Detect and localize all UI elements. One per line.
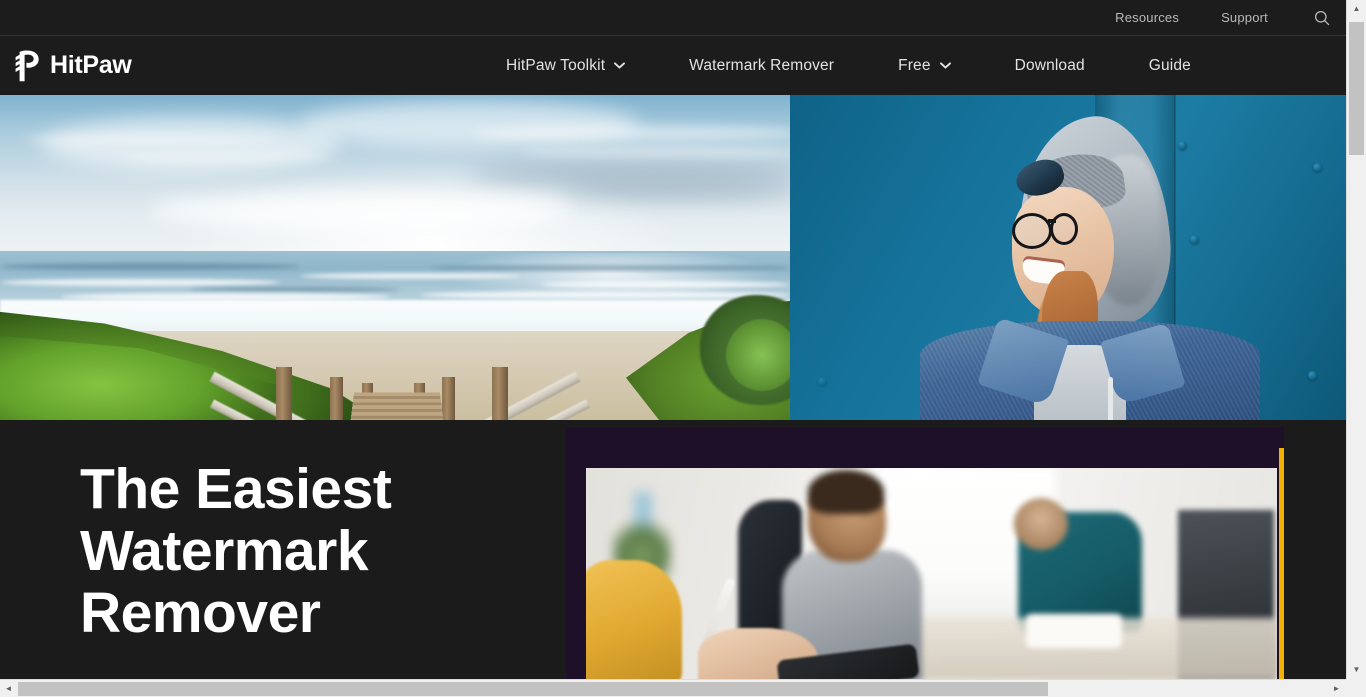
- site-header: HitPaw HitPaw Toolkit Watermark Remover …: [0, 36, 1346, 95]
- nav-label: Download: [1014, 56, 1085, 74]
- nav-item-hitpaw-toolkit[interactable]: HitPaw Toolkit: [506, 56, 626, 74]
- hitpaw-paw-logo-icon: [15, 50, 39, 81]
- scroll-right-button[interactable]: ►: [1328, 680, 1345, 697]
- office-stylus-photo: [586, 468, 1277, 679]
- topbar-link-support[interactable]: Support: [1221, 10, 1268, 25]
- gold-accent-bar: [1279, 448, 1284, 679]
- nav-label: Watermark Remover: [689, 56, 835, 74]
- scrollbar-corner: [1346, 679, 1366, 697]
- nav-label: Free: [898, 56, 931, 74]
- chevron-down-icon: [614, 62, 626, 69]
- scroll-up-arrow-icon: ▲: [1352, 4, 1361, 13]
- horizontal-scrollbar-thumb[interactable]: [18, 682, 1048, 696]
- nav-item-download[interactable]: Download: [1015, 58, 1085, 74]
- search-icon[interactable]: [1312, 8, 1332, 28]
- browser-page: Resources Support HitPaw HitPaw Toolkit: [0, 0, 1366, 697]
- vertical-scrollbar[interactable]: ▲ ▼: [1346, 0, 1366, 679]
- horizontal-scrollbar[interactable]: ◄ ►: [0, 679, 1366, 697]
- nav-label: HitPaw Toolkit: [506, 56, 606, 74]
- utility-topbar: Resources Support: [0, 0, 1346, 36]
- page-viewport: Resources Support HitPaw HitPaw Toolkit: [0, 0, 1346, 679]
- scroll-up-button[interactable]: ▲: [1347, 0, 1366, 18]
- scroll-down-arrow-icon: ▼: [1352, 665, 1361, 674]
- smiling-woman-photo: [790, 95, 1346, 420]
- hero-lower-section: The Easiest Watermark Remover: [0, 420, 1346, 679]
- scroll-left-button[interactable]: ◄: [0, 680, 17, 697]
- topbar-link-resources[interactable]: Resources: [1115, 10, 1179, 25]
- chevron-down-icon: [939, 62, 951, 69]
- scroll-right-arrow-icon: ►: [1332, 683, 1341, 693]
- scroll-down-button[interactable]: ▼: [1347, 661, 1366, 679]
- scroll-left-arrow-icon: ◄: [4, 683, 13, 693]
- nav-item-guide[interactable]: Guide: [1149, 58, 1191, 74]
- promo-panel: [566, 427, 1284, 679]
- nav-item-watermark-remover[interactable]: Watermark Remover: [689, 58, 834, 74]
- beach-boardwalk-photo: [0, 95, 790, 420]
- brand-logo-link[interactable]: HitPaw: [14, 49, 132, 83]
- page-title: The Easiest Watermark Remover: [80, 457, 392, 646]
- nav-item-free[interactable]: Free: [898, 56, 951, 74]
- nav-label: Guide: [1148, 56, 1191, 74]
- main-navigation: HitPaw Toolkit Watermark Remover Free Do…: [506, 58, 1191, 74]
- brand-name: HitPaw: [50, 51, 132, 79]
- hero-banner-strip: [0, 95, 1346, 420]
- vertical-scrollbar-thumb[interactable]: [1349, 22, 1364, 155]
